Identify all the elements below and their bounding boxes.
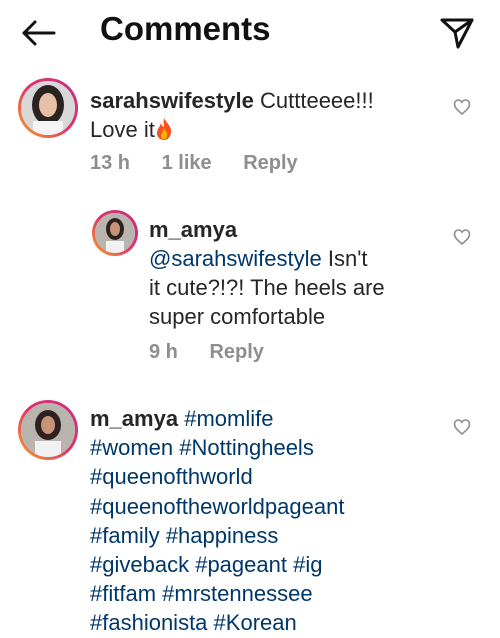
hashtag-link[interactable]: #pageant [195, 552, 287, 577]
comment-likes[interactable]: 1 like [162, 152, 212, 174]
comment-body: Isn't [321, 246, 368, 271]
comment-text: m_amya @sarahswifestyle Isn't it cute?!?… [149, 215, 439, 331]
comment-username[interactable]: m_amya [90, 406, 178, 431]
comment-meta: 9 h Reply [149, 341, 290, 364]
send-icon[interactable] [438, 14, 478, 52]
comment-time: 13 h [90, 152, 131, 174]
avatar[interactable] [18, 400, 78, 460]
comment-meta: 13 h 1 like Reply [90, 152, 324, 175]
comment-body: Cuttteeee!!! [260, 88, 374, 113]
hashtag-link[interactable]: #women [90, 435, 173, 460]
header-bar: Comments [0, 0, 500, 64]
hashtag-link[interactable]: #queenoftheworldpageant [90, 494, 344, 519]
reply-button[interactable]: Reply [209, 341, 263, 363]
comment-body-line2: Love it [90, 117, 155, 142]
comment-text: m_amya #momlife #women #Nottingheels #qu… [90, 404, 450, 638]
comment-text: sarahswifestyle Cuttteeee!!! Love it [90, 86, 430, 144]
page-title: Comments [100, 10, 271, 47]
comment-username[interactable]: sarahswifestyle [90, 88, 254, 113]
back-arrow-icon[interactable] [18, 14, 58, 52]
hashtag-link[interactable]: #momlife [184, 406, 273, 431]
hashtag-link[interactable]: #Nottingheels [179, 435, 314, 460]
comment-body-line3: super comfortable [149, 304, 326, 329]
hashtag-link[interactable]: #giveback [90, 552, 189, 577]
comment-username[interactable]: m_amya [149, 217, 237, 242]
comment-time: 9 h [149, 341, 178, 363]
fire-emoji-icon [155, 117, 173, 141]
heart-icon[interactable] [453, 228, 471, 246]
reply-button[interactable]: Reply [243, 152, 297, 174]
hashtag-link[interactable]: #happiness [166, 523, 279, 548]
hashtag-link[interactable]: #ig [293, 552, 322, 577]
hashtag-link[interactable]: #queenofthworld [90, 464, 253, 489]
heart-icon[interactable] [453, 98, 471, 116]
hashtag-link[interactable]: #mrstennessee [162, 581, 312, 606]
heart-icon[interactable] [453, 418, 471, 436]
avatar[interactable] [18, 78, 78, 138]
avatar[interactable] [92, 210, 138, 256]
comment-body-line2: it cute?!?! The heels are [149, 275, 385, 300]
hashtag-link[interactable]: #fitfam [90, 581, 156, 606]
mention-link[interactable]: @sarahswifestyle [149, 246, 322, 271]
hashtag-link[interactable]: #family [90, 523, 160, 548]
hashtag-link[interactable]: #Korean [214, 610, 297, 635]
hashtag-link[interactable]: #fashionista [90, 610, 207, 635]
